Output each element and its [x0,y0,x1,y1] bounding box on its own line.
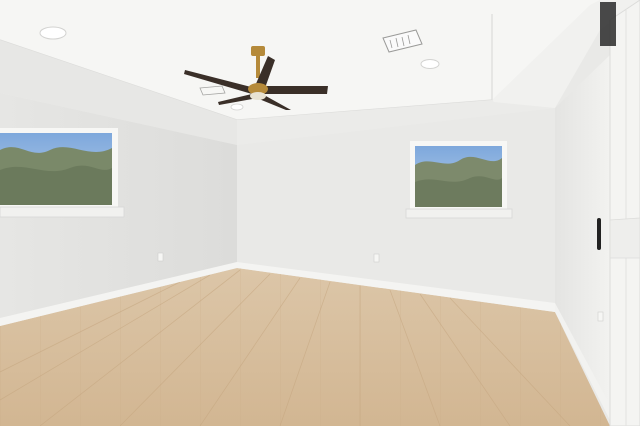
electrical-outlet [597,311,604,322]
room-illustration [0,0,640,426]
window-left [0,128,125,218]
electrical-outlet [373,253,380,263]
window-back [405,141,513,219]
room-photo [0,0,640,426]
electrical-outlet [157,252,164,262]
door-handle [597,218,601,250]
